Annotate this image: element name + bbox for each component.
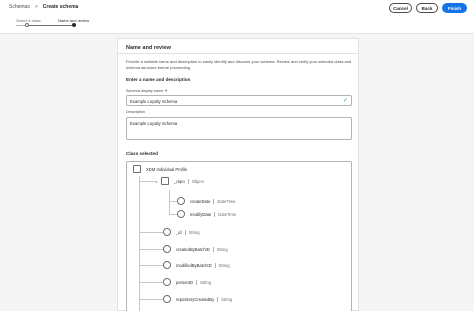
step-line-2 — [28, 25, 72, 26]
tree-row-id[interactable]: _id String — [163, 227, 200, 237]
display-name-label: Schema display name ✶ — [126, 89, 168, 93]
field-radio[interactable] — [177, 210, 185, 218]
field-name: personID — [176, 279, 193, 285]
field-radio[interactable] — [163, 245, 171, 253]
checkmark-icon: ✓ — [342, 98, 348, 104]
schema-tree[interactable]: XDM Individual Profile ⌄ _repo Object cr… — [126, 161, 352, 311]
field-name: modifyDate — [190, 211, 212, 217]
step-2-dot — [72, 23, 76, 27]
description-value: Example Loyalty Schema — [130, 120, 178, 126]
breadcrumb-schemas-link[interactable]: Schemas — [9, 4, 30, 10]
tree-root-row[interactable]: XDM Individual Profile — [133, 164, 187, 174]
field-radio[interactable] — [177, 197, 185, 205]
step-select-class-label: Select a class — [16, 18, 41, 23]
field-type: DateTime — [213, 198, 235, 204]
tree-root-label: XDM Individual Profile — [146, 166, 188, 172]
tree-row-modifiedbybatchid[interactable]: modifiedByBatchID String — [163, 260, 230, 270]
field-type: String — [212, 246, 228, 252]
tree-row-repositorycreatedby[interactable]: repositoryCreatedBy String — [163, 294, 232, 304]
field-radio[interactable] — [163, 261, 171, 269]
breadcrumb-current: Create schema — [42, 4, 79, 10]
tree-connector — [169, 214, 177, 215]
tree-connector — [139, 249, 163, 250]
tree-row-createdate[interactable]: createDate DateTime — [177, 196, 235, 206]
finish-button[interactable]: Finish — [442, 3, 467, 13]
field-name: _repo — [174, 178, 185, 184]
tree-row-personid[interactable]: personID String — [163, 277, 211, 287]
tree-connector — [139, 282, 163, 283]
tree-connector-main — [139, 176, 140, 311]
card-title: Name and review — [126, 45, 171, 51]
description-label: Description — [126, 110, 145, 114]
name-section-title: Enter a name and description — [126, 77, 191, 82]
display-name-input[interactable]: Example Loyalty Schema ✓ — [126, 95, 352, 106]
field-name: createdByBatchID — [176, 246, 210, 252]
card-description: Provide a suitable name and description … — [126, 59, 352, 70]
cancel-button[interactable]: Cancel — [389, 3, 412, 13]
field-radio[interactable] — [163, 228, 171, 236]
field-radio[interactable] — [163, 295, 171, 303]
tree-row-createdbybatchid[interactable]: createdByBatchID String — [163, 244, 228, 254]
field-name: modifiedByBatchID — [176, 262, 212, 268]
tree-connector — [169, 201, 177, 202]
field-type: String — [217, 296, 232, 302]
field-type: DateTime — [214, 211, 236, 217]
field-type: String — [214, 262, 230, 268]
breadcrumb: Schemas > Create schema — [9, 4, 78, 10]
chevron-down-icon[interactable]: ⌄ — [155, 179, 159, 184]
step-indicator: Select a class Name and review — [0, 14, 474, 34]
field-type: Object — [187, 178, 204, 184]
field-type: String — [196, 279, 211, 285]
field-radio[interactable] — [163, 278, 171, 286]
field-type: String — [184, 229, 200, 235]
field-name: createDate — [190, 198, 211, 204]
class-selected-title: Class selected — [126, 151, 158, 156]
tree-connector-repo — [169, 190, 170, 214]
tree-row-modifydate[interactable]: modifyDate DateTime — [177, 209, 236, 219]
breadcrumb-separator: > — [34, 4, 38, 10]
field-name: repositoryCreatedBy — [176, 296, 215, 302]
tree-connector — [139, 299, 163, 300]
root-checkbox[interactable] — [133, 165, 141, 173]
display-name-value: Example Loyalty Schema — [130, 98, 178, 104]
back-button[interactable]: Back — [416, 3, 438, 13]
field-name: _id — [176, 229, 182, 235]
repo-checkbox[interactable] — [161, 177, 169, 185]
tree-row-repo[interactable]: ⌄ _repo Object — [155, 176, 204, 186]
card-divider — [118, 53, 358, 54]
name-review-card: Name and review Provide a suitable name … — [117, 38, 359, 311]
tree-connector — [139, 265, 163, 266]
description-textarea[interactable]: Example Loyalty Schema — [126, 117, 352, 140]
tree-connector — [139, 232, 163, 233]
top-bar: Schemas > Create schema Cancel Back Fini… — [0, 0, 474, 14]
